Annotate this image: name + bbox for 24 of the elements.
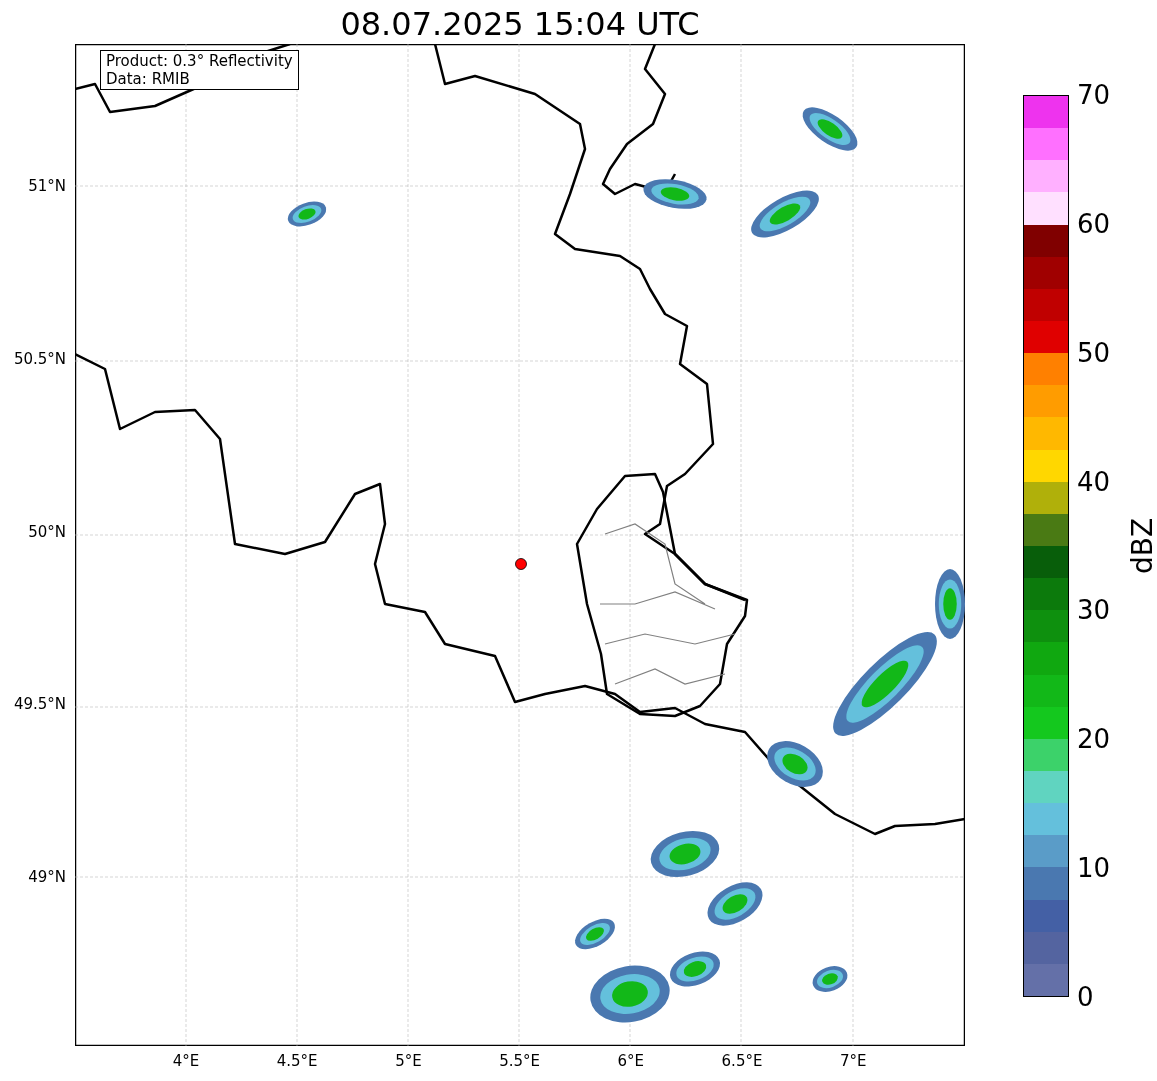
legend-text: Data: RMIB — [106, 70, 191, 88]
longitude-label: 4°E — [172, 1051, 200, 1072]
latitude-label: 49°N — [28, 866, 66, 888]
chart-title: 08.07.2025 15:04 UTC — [340, 4, 700, 44]
longitude-label: 6°E — [617, 1051, 645, 1072]
colorbar-tick-label: 70 — [1077, 80, 1111, 110]
latitude-label: 50°N — [28, 521, 66, 543]
colorbar-tick-label: 60 — [1077, 208, 1111, 239]
legend-text: Product: 0.3° Reflectivity — [106, 52, 293, 70]
latitude-label: 49.5°N — [13, 694, 66, 716]
longitude-label: 5°E — [395, 1051, 422, 1072]
longitude-label: 4.5°E — [276, 1051, 318, 1072]
latitude-label: 50.5°N — [13, 348, 66, 370]
longitude-label: 5.5°E — [499, 1051, 540, 1072]
colorbar-label: dBZ — [1127, 517, 1157, 575]
longitude-label: 6.5°E — [721, 1051, 763, 1072]
colorbar-tick-label: 50 — [1077, 337, 1111, 368]
longitude-label: 7°E — [839, 1051, 867, 1072]
colorbar-tick-label: 40 — [1077, 466, 1111, 497]
colorbar-tick-label: 30 — [1077, 595, 1111, 626]
colorbar-tick-label: 10 — [1077, 853, 1111, 884]
latitude-label: 51°N — [28, 175, 66, 197]
colorbar-tick-label: 20 — [1077, 724, 1111, 755]
colorbar-tick-label: 0 — [1077, 982, 1094, 1012]
